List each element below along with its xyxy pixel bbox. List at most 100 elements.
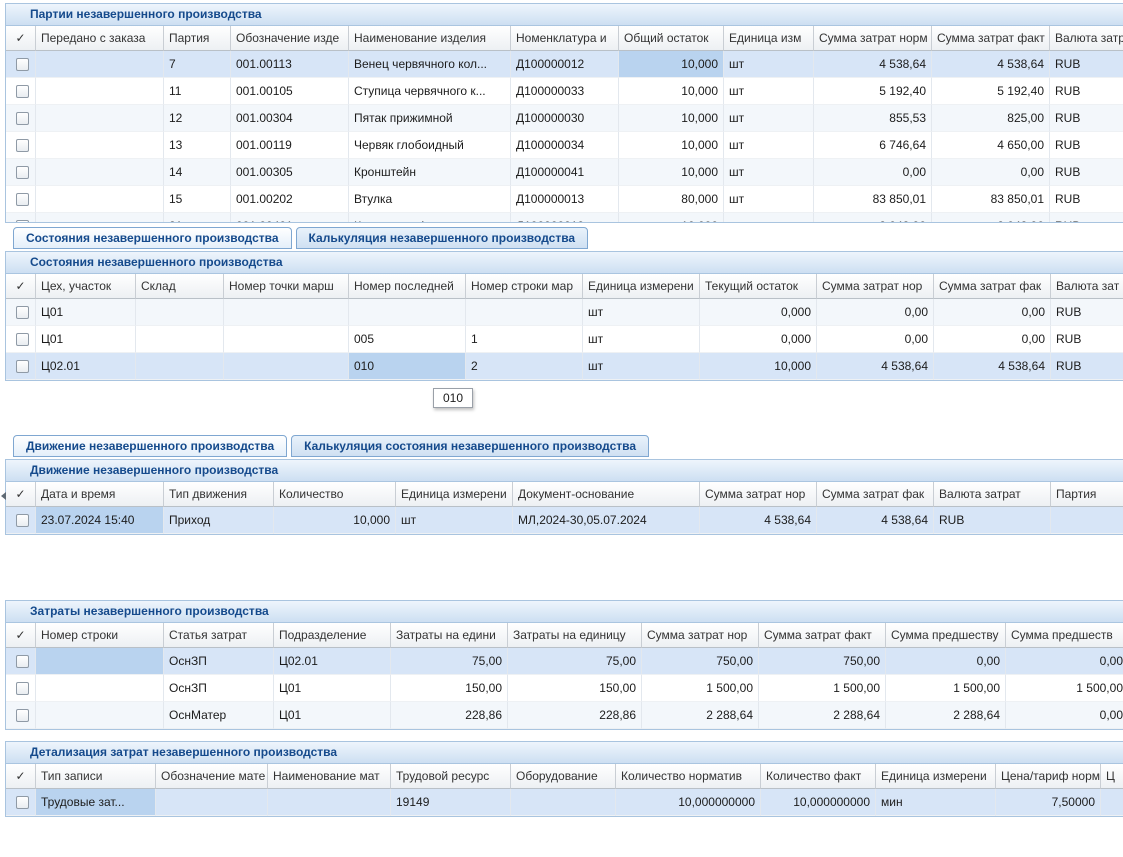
grid-cell[interactable]: Д100000034 xyxy=(511,132,619,159)
grid-cell[interactable]: Д100000013 xyxy=(511,186,619,213)
grid-cell[interactable] xyxy=(36,186,164,213)
column-header[interactable]: Номер точки марш xyxy=(224,274,349,299)
tab-movement[interactable]: Движение незавершенного производства xyxy=(13,435,287,457)
column-header[interactable]: Сумма затрат факт xyxy=(759,623,886,648)
table-row[interactable]: ОснМатерЦ01228,86228,862 288,642 288,642… xyxy=(6,702,1123,729)
grid-cell[interactable]: 2 048,90 xyxy=(814,213,932,222)
grid-cell[interactable]: Пятак прижимной xyxy=(349,105,511,132)
grid-cell[interactable]: 6 746,64 xyxy=(814,132,932,159)
column-header[interactable]: Сумма предшеств xyxy=(1006,623,1123,648)
grid-cell[interactable]: 0,00 xyxy=(1006,648,1123,675)
grid-cell[interactable]: Ц02.01 xyxy=(36,353,136,380)
select-all-column-header[interactable]: ✓ xyxy=(6,274,36,299)
grid-cell[interactable]: 150,00 xyxy=(391,675,508,702)
column-header[interactable]: Дата и время xyxy=(36,482,164,507)
grid-cell[interactable]: шт xyxy=(724,105,814,132)
column-header[interactable]: Единица измерени xyxy=(583,274,700,299)
grid-cell[interactable]: Ц01 xyxy=(36,299,136,326)
grid-cell[interactable] xyxy=(36,132,164,159)
select-all-column-header[interactable]: ✓ xyxy=(6,623,36,648)
grid-cell[interactable]: RUB xyxy=(1050,213,1123,222)
grid-cell[interactable]: RUB xyxy=(1050,159,1123,186)
grid-cell[interactable]: 010 xyxy=(349,353,466,380)
grid-cell[interactable]: 0,00 xyxy=(817,326,934,353)
grid-cell[interactable]: 2 288,64 xyxy=(886,702,1006,729)
grid-cell[interactable]: Кронштейн xyxy=(349,159,511,186)
column-header[interactable]: Сумма затрат нор xyxy=(700,482,817,507)
grid-cell[interactable]: 75,00 xyxy=(391,648,508,675)
select-all-column-header[interactable]: ✓ xyxy=(6,764,36,789)
grid-cell[interactable]: 4 538,64 xyxy=(817,507,934,534)
grid-cell[interactable]: 001.00304 xyxy=(231,105,349,132)
table-row[interactable]: ОснЗПЦ01150,00150,001 500,001 500,001 50… xyxy=(6,675,1123,702)
column-header[interactable]: Сумма затрат норм xyxy=(814,26,932,51)
table-row[interactable]: 13001.00119Червяк глобоидныйД10000003410… xyxy=(6,132,1123,159)
grid-cell[interactable]: Д100000033 xyxy=(511,78,619,105)
tab-states[interactable]: Состояния незавершенного производства xyxy=(13,227,292,249)
grid-cell[interactable]: Д100000012 xyxy=(511,51,619,78)
grid-cell[interactable]: Ц02.01 xyxy=(274,648,391,675)
select-all-column-header[interactable]: ✓ xyxy=(6,26,36,51)
grid-cell[interactable]: Ц01 xyxy=(274,702,391,729)
grid-cell[interactable]: 10,000 xyxy=(619,159,724,186)
column-header[interactable]: Обозначение мате xyxy=(156,764,268,789)
grid-cell[interactable]: 5 192,40 xyxy=(932,78,1050,105)
column-header[interactable]: Передано с заказа xyxy=(36,26,164,51)
grid-cell[interactable] xyxy=(224,353,349,380)
grid-cell[interactable]: Ц01 xyxy=(36,326,136,353)
grid-cell[interactable]: шт xyxy=(583,326,700,353)
grid-cell[interactable]: МЛ,2024-30,05.07.2024 xyxy=(513,507,700,534)
column-header[interactable]: Сумма затрат нор xyxy=(642,623,759,648)
grid-cell[interactable]: шт xyxy=(724,132,814,159)
grid-cell[interactable]: 001.00305 xyxy=(231,159,349,186)
row-checkbox[interactable] xyxy=(16,58,29,71)
grid-cell[interactable]: RUB xyxy=(1051,299,1123,326)
grid-cell[interactable] xyxy=(1051,507,1123,534)
grid-cell[interactable]: RUB xyxy=(1050,105,1123,132)
row-checkbox[interactable] xyxy=(16,682,29,695)
grid-cell[interactable] xyxy=(36,105,164,132)
grid-cell[interactable] xyxy=(36,159,164,186)
grid-cell[interactable]: Д100000041 xyxy=(511,159,619,186)
grid-cell[interactable] xyxy=(136,299,224,326)
grid-cell[interactable]: Д100000019 xyxy=(511,213,619,222)
grid-cell[interactable] xyxy=(511,789,616,816)
grid-cell[interactable]: 10,000 xyxy=(619,78,724,105)
grid-cell[interactable] xyxy=(349,299,466,326)
grid-cell[interactable]: 2 048,90 xyxy=(932,213,1050,222)
grid-cell[interactable]: 14 xyxy=(164,159,231,186)
grid-cell[interactable]: 23.07.2024 15:40 xyxy=(36,507,164,534)
select-all-column-header[interactable]: ✓ xyxy=(6,482,36,507)
grid-cell[interactable]: 0,00 xyxy=(814,159,932,186)
grid-cell[interactable]: шт xyxy=(724,186,814,213)
grid-cell[interactable]: 750,00 xyxy=(759,648,886,675)
column-header[interactable]: Трудовой ресурс xyxy=(391,764,511,789)
grid-cell[interactable]: 12 xyxy=(164,105,231,132)
grid-cell[interactable]: 001.00105 xyxy=(231,78,349,105)
grid-cell[interactable] xyxy=(36,78,164,105)
table-row[interactable]: 12001.00304Пятак прижимнойД10000003010,0… xyxy=(6,105,1123,132)
grid-cell[interactable]: 10,000 xyxy=(619,51,724,78)
grid-cell[interactable]: RUB xyxy=(1051,326,1123,353)
grid-cell[interactable]: 0,00 xyxy=(817,299,934,326)
grid-cell[interactable]: 1 500,00 xyxy=(1006,675,1123,702)
grid-cell[interactable]: 1 500,00 xyxy=(759,675,886,702)
grid-cell[interactable]: 0,00 xyxy=(1006,702,1123,729)
row-checkbox[interactable] xyxy=(16,220,29,223)
grid-cell[interactable]: ОснМатер xyxy=(164,702,274,729)
grid-cell[interactable] xyxy=(136,353,224,380)
grid-cell[interactable]: 4 538,64 xyxy=(814,51,932,78)
grid-cell[interactable]: 75,00 xyxy=(508,648,642,675)
grid-cell[interactable]: 11 xyxy=(164,78,231,105)
grid-cell[interactable]: 2 288,64 xyxy=(642,702,759,729)
grid-cell[interactable]: 4 650,00 xyxy=(932,132,1050,159)
grid-cell[interactable] xyxy=(156,789,268,816)
column-header[interactable]: Обозначение изде xyxy=(231,26,349,51)
column-header[interactable]: Номер строки мар xyxy=(466,274,583,299)
grid-cell[interactable]: 10,000000000 xyxy=(761,789,876,816)
grid-cell[interactable]: 228,86 xyxy=(391,702,508,729)
grid-cell[interactable] xyxy=(268,789,391,816)
column-header[interactable]: Тип движения xyxy=(164,482,274,507)
grid-cell[interactable]: 0,00 xyxy=(934,326,1051,353)
column-header[interactable]: Сумма затрат фак xyxy=(934,274,1051,299)
